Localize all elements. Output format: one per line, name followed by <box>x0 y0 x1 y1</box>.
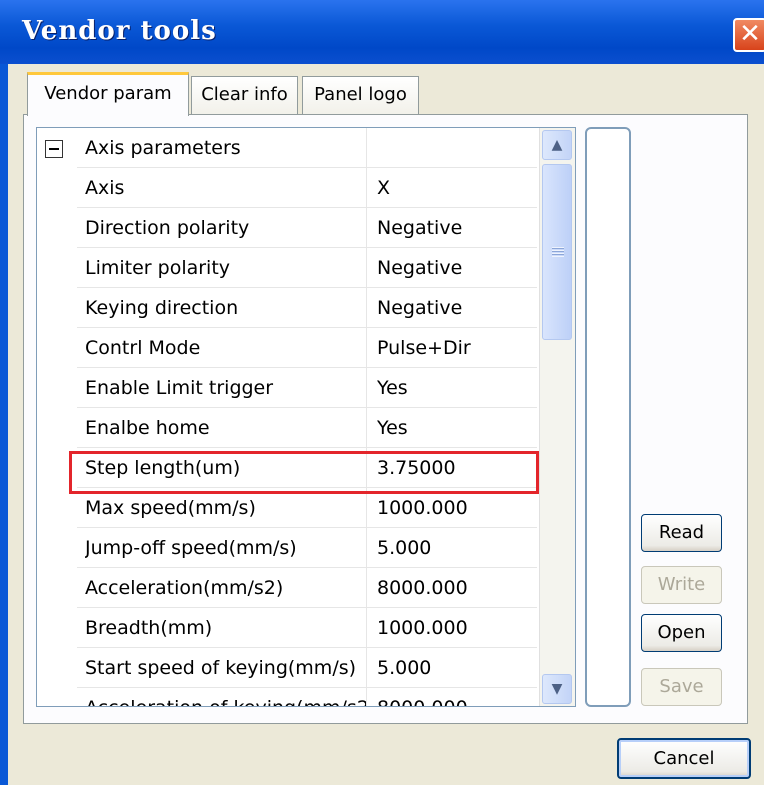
property-name: Acceleration of keying(mm/s2) <box>85 688 367 706</box>
vendor-tools-window: Vendor tools ✕ Vendor param Clear info P… <box>0 0 764 785</box>
property-row[interactable]: Start speed of keying(mm/s) 5.000 <box>77 648 537 688</box>
close-icon[interactable]: ✕ <box>733 18 764 52</box>
open-button[interactable]: Open <box>641 614 722 652</box>
tab-label: Clear info <box>201 84 288 105</box>
scrollbar-thumb[interactable] <box>542 164 572 340</box>
property-row[interactable]: Enable Limit trigger Yes <box>77 368 537 408</box>
window-frame <box>0 64 8 785</box>
tab-panel-logo[interactable]: Panel logo <box>302 76 419 114</box>
grid-gutter <box>37 128 77 706</box>
property-value[interactable]: 8000.000 <box>377 688 537 706</box>
tab-label: Panel logo <box>314 84 407 105</box>
property-value[interactable]: 8000.000 <box>377 568 537 608</box>
title-bar[interactable]: Vendor tools <box>0 0 764 64</box>
tab-clear-info[interactable]: Clear info <box>191 76 298 114</box>
property-value[interactable]: Yes <box>377 408 537 448</box>
window-title: Vendor tools <box>22 16 217 46</box>
group-row-axis-parameters[interactable]: Axis parameters <box>77 128 537 168</box>
write-button[interactable]: Write <box>641 566 722 604</box>
vertical-scrollbar[interactable]: ▲ ▼ <box>539 128 575 706</box>
property-name: Direction polarity <box>85 208 367 248</box>
property-value[interactable]: Negative <box>377 288 537 328</box>
property-name: Keying direction <box>85 288 367 328</box>
property-row[interactable]: Jump-off speed(mm/s) 5.000 <box>77 528 537 568</box>
property-value[interactable]: Pulse+Dir <box>377 328 537 368</box>
property-name: Enalbe home <box>85 408 367 448</box>
property-name: Enable Limit trigger <box>85 368 367 408</box>
property-name: Contrl Mode <box>85 328 367 368</box>
property-row[interactable]: Enalbe home Yes <box>77 408 537 448</box>
property-value[interactable]: 5.000 <box>377 648 537 688</box>
property-row[interactable]: Max speed(mm/s) 1000.000 <box>77 488 537 528</box>
property-row[interactable]: Acceleration of keying(mm/s2) 8000.000 <box>77 688 537 706</box>
property-row[interactable]: Direction polarity Negative <box>77 208 537 248</box>
property-value[interactable]: X <box>377 168 537 208</box>
property-row[interactable]: Breadth(mm) 1000.000 <box>77 608 537 648</box>
cancel-button[interactable]: Cancel <box>617 738 751 779</box>
property-value[interactable]: 1000.000 <box>377 488 537 528</box>
side-list-box[interactable] <box>585 127 631 707</box>
chevron-down-icon[interactable]: ▼ <box>542 674 572 704</box>
property-name: Max speed(mm/s) <box>85 488 367 528</box>
property-name: Axis parameters <box>85 128 367 168</box>
property-name: Axis <box>85 168 367 208</box>
property-value[interactable]: Negative <box>377 208 537 248</box>
grip-icon <box>552 247 564 257</box>
property-name: Start speed of keying(mm/s) <box>85 648 367 688</box>
property-value <box>377 128 537 168</box>
property-name: Jump-off speed(mm/s) <box>85 528 367 568</box>
step-length-highlight <box>69 451 539 494</box>
property-name: Acceleration(mm/s2) <box>85 568 367 608</box>
property-row[interactable]: Acceleration(mm/s2) 8000.000 <box>77 568 537 608</box>
collapse-icon[interactable] <box>45 140 63 158</box>
property-value[interactable]: Negative <box>377 248 537 288</box>
chevron-up-icon[interactable]: ▲ <box>542 130 572 160</box>
property-value[interactable]: Yes <box>377 368 537 408</box>
property-row[interactable]: Axis X <box>77 168 537 208</box>
save-button[interactable]: Save <box>641 668 722 706</box>
property-name: Breadth(mm) <box>85 608 367 648</box>
property-grid[interactable]: Axis parameters Axis X Direction polarit… <box>36 127 576 707</box>
tab-vendor-param[interactable]: Vendor param <box>27 72 189 116</box>
property-row[interactable]: Keying direction Negative <box>77 288 537 328</box>
read-button[interactable]: Read <box>641 514 722 552</box>
property-value[interactable]: 5.000 <box>377 528 537 568</box>
property-row[interactable]: Limiter polarity Negative <box>77 248 537 288</box>
tab-label: Vendor param <box>44 83 172 104</box>
property-name: Limiter polarity <box>85 248 367 288</box>
property-value[interactable]: 1000.000 <box>377 608 537 648</box>
property-row[interactable]: Contrl Mode Pulse+Dir <box>77 328 537 368</box>
